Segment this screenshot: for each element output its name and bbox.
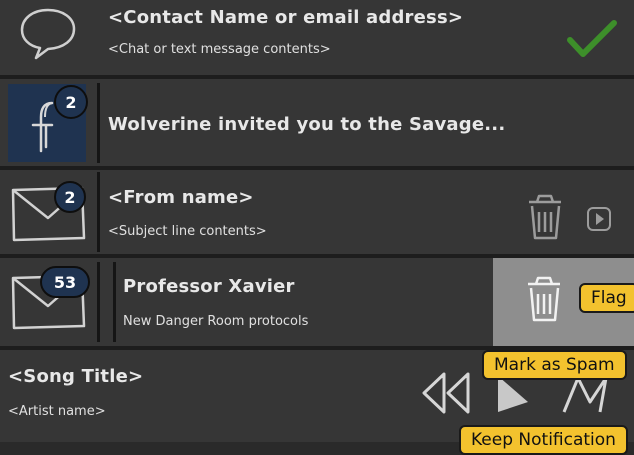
sender-name: Professor Xavier [123,276,295,297]
rewind-icon[interactable] [420,370,474,416]
flag-callout[interactable]: Flag [579,283,634,313]
email-badge: 2 [54,181,86,213]
trash-icon[interactable] [522,192,568,244]
checkmark-icon[interactable] [567,20,617,60]
from-name: <From name> [108,187,254,208]
play-button-icon[interactable] [586,206,612,232]
notification-facebook[interactable]: 2 Wolverine invited you to the Savage... [0,79,634,166]
subject-line: <Subject line contents> [108,224,267,239]
artist-name: <Artist name> [8,404,106,419]
email-badge: 53 [40,266,90,298]
notification-email-swiped[interactable]: 53 Professor Xavier New Danger Room prot… [0,258,634,346]
message-preview: <Chat or text message contents> [108,42,331,57]
notification-chat[interactable]: <Contact Name or email address> <Chat or… [0,0,634,75]
keep-notification-callout[interactable]: Keep Notification [459,425,628,455]
row-divider [97,83,100,163]
subject-line: New Danger Room protocols [123,314,309,329]
chat-bubble-icon [20,8,76,60]
row-divider [97,172,100,252]
row-divider [113,262,116,342]
notification-email[interactable]: 2 <From name> <Subject line contents> [0,170,634,254]
facebook-message: Wolverine invited you to the Savage... [108,114,506,135]
trash-icon[interactable] [521,274,567,326]
facebook-badge: 2 [54,85,88,119]
contact-name: <Contact Name or email address> [108,7,464,28]
song-title: <Song Title> [8,366,144,387]
row-divider [97,262,100,342]
mark-as-spam-callout[interactable]: Mark as Spam [482,350,627,380]
